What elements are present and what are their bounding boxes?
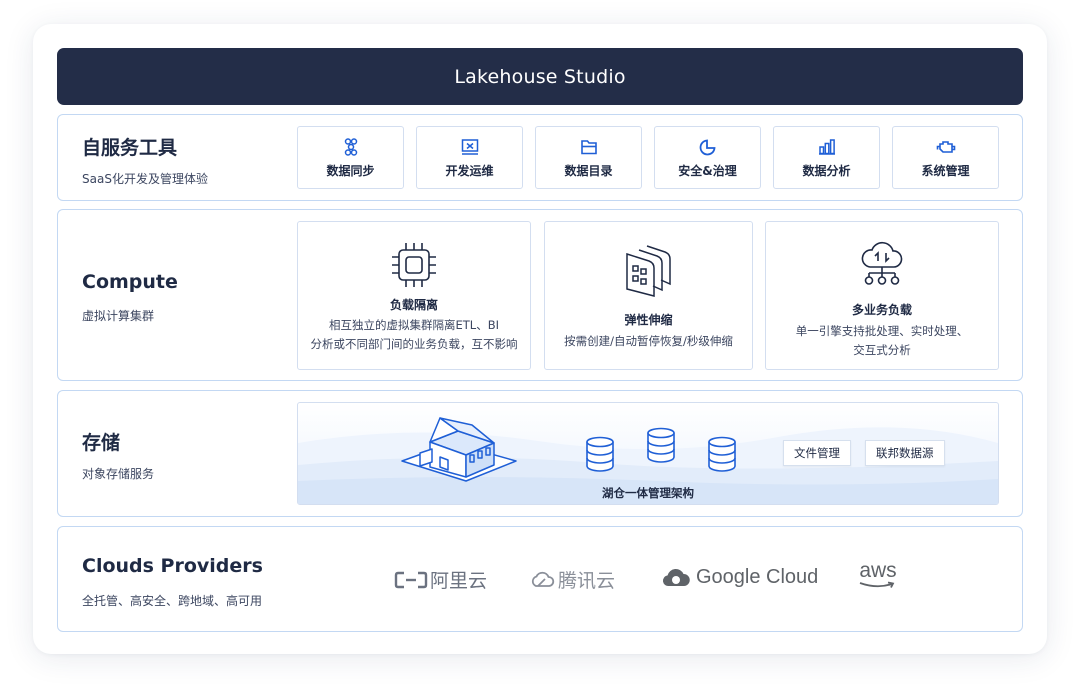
provider-name: 阿里云 (430, 570, 488, 592)
compute-title: Compute (82, 271, 178, 293)
layered-panels-icon (626, 245, 671, 297)
lakehouse-building-icon (401, 417, 517, 482)
header-bar: Lakehouse Studio (57, 48, 1023, 105)
data-sync-icon (344, 137, 357, 156)
clouds-title: Clouds Providers (82, 555, 263, 577)
storage-subtitle: 对象存储服务 (82, 467, 155, 481)
tool-label: 数据分析 (802, 163, 851, 178)
system-management-icon (936, 140, 955, 153)
feature-load-isolation: 负载隔离 相互独立的虚拟集群隔离ETL、BI 分析或不同部门间的业务负载，互不影… (297, 221, 531, 370)
feature-desc-line1: 按需创建/自动暂停恢复/秒级伸缩 (564, 334, 733, 348)
data-analysis-icon (818, 138, 835, 155)
tool-label: 数据同步 (326, 163, 375, 178)
google-cloud-logo-icon (662, 568, 690, 586)
compute-row: Compute 虚拟计算集群 负载隔离 相互独立的虚拟集群隔离ETL、BI 分析… (57, 209, 1023, 381)
tool-data-catalog[interactable]: 数据目录 (535, 126, 642, 189)
tool-dev-ops[interactable]: 开发运维 (416, 126, 523, 189)
feature-desc-line2: 交互式分析 (853, 343, 911, 357)
cloud-network-icon (861, 241, 903, 285)
aliyun-logo: 阿里云 (394, 566, 487, 593)
aws-logo: aws (858, 559, 898, 589)
tool-label: 数据目录 (564, 163, 613, 178)
tool-label: 安全&治理 (678, 163, 737, 178)
tool-security-governance[interactable]: 安全&治理 (654, 126, 761, 189)
security-governance-icon (699, 139, 715, 155)
feature-desc-line1: 单一引擎支持批处理、实时处理、 (795, 324, 969, 338)
storage-row: 存储 对象存储服务 文件管理 联邦数据源 湖仓一体管理架构 (57, 390, 1023, 517)
tool-label: 系统管理 (921, 163, 970, 178)
database-icon (647, 427, 675, 463)
feature-desc-line2: 分析或不同部门间的业务负载，互不影响 (310, 337, 518, 351)
federated-datasource-tag[interactable]: 联邦数据源 (865, 440, 945, 466)
feature-title: 负载隔离 (389, 298, 438, 312)
provider-name: Google Cloud (696, 566, 819, 588)
self-service-subtitle: SaaS化开发及管理体验 (82, 172, 208, 186)
storage-title: 存储 (82, 432, 121, 454)
feature-title: 多业务负载 (851, 303, 912, 317)
tencent-cloud-logo: 腾讯云 (529, 566, 615, 593)
feature-title: 弹性伸缩 (624, 313, 673, 327)
self-service-row: 自服务工具 SaaS化开发及管理体验 数据同步 开发运维 数据目录 安全&治理 (57, 114, 1023, 201)
data-catalog-icon (580, 139, 597, 154)
tool-data-sync[interactable]: 数据同步 (297, 126, 404, 189)
feature-elastic-scaling: 弹性伸缩 按需创建/自动暂停恢复/秒级伸缩 (544, 221, 753, 370)
database-icon (586, 436, 614, 472)
clouds-subtitle: 全托管、高安全、跨地域、高可用 (82, 594, 263, 608)
self-service-title: 自服务工具 (82, 137, 178, 159)
tencent-cloud-logo-icon (531, 571, 555, 587)
provider-name: aws (859, 559, 897, 582)
chip-icon (392, 243, 436, 287)
file-management-tag[interactable]: 文件管理 (783, 440, 851, 466)
database-icon (708, 436, 736, 472)
dev-ops-icon (461, 138, 478, 155)
lakehouse-label: 湖仓一体管理架构 (602, 486, 694, 500)
tool-label: 开发运维 (445, 163, 494, 178)
feature-multi-workload: 多业务负载 单一引擎支持批处理、实时处理、 交互式分析 (765, 221, 999, 370)
tool-system-management[interactable]: 系统管理 (892, 126, 999, 189)
aliyun-logo-icon (394, 571, 428, 588)
tool-data-analysis[interactable]: 数据分析 (773, 126, 880, 189)
google-cloud-logo: Google Cloud (661, 566, 818, 589)
feature-desc-line1: 相互独立的虚拟集群隔离ETL、BI (329, 318, 499, 332)
header-title: Lakehouse Studio (454, 65, 626, 88)
aws-logo-icon (859, 581, 895, 588)
provider-name: 腾讯云 (558, 570, 616, 592)
clouds-row: Clouds Providers 全托管、高安全、跨地域、高可用 阿里云 腾讯云… (57, 526, 1023, 632)
compute-subtitle: 虚拟计算集群 (82, 309, 155, 323)
lakehouse-diagram: 文件管理 联邦数据源 湖仓一体管理架构 (297, 402, 999, 505)
